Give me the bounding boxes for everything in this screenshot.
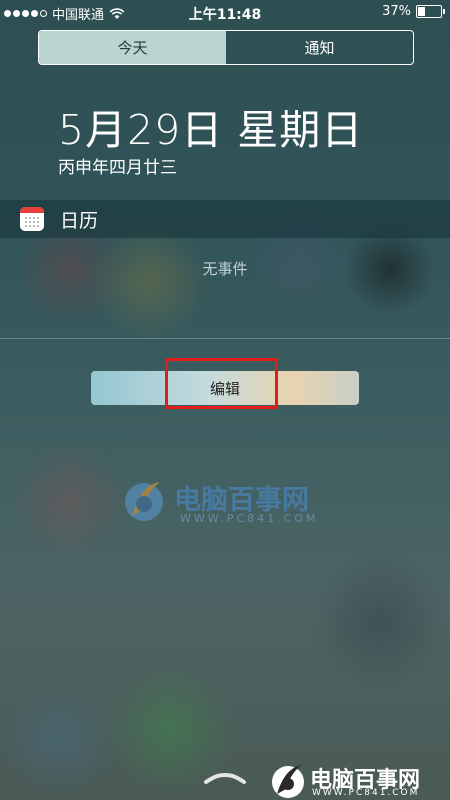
calendar-widget-header[interactable]: 日历: [0, 200, 450, 238]
edit-widgets-button[interactable]: 编辑: [91, 371, 359, 405]
battery-percent: 37%: [382, 4, 411, 19]
battery-icon: [416, 5, 445, 18]
lunar-date: 丙申年四月廿三: [58, 158, 177, 178]
date-heading: 5月29日 星期日: [58, 106, 364, 154]
calendar-widget-title: 日历: [60, 209, 99, 232]
tab-notifications[interactable]: 通知: [226, 31, 413, 64]
corner-watermark: 电脑百事网 WWW.PC841.COM: [268, 760, 450, 800]
today-notifications-segmented-control: 今天 通知: [38, 30, 414, 65]
battery-cap: [443, 9, 445, 14]
tab-today[interactable]: 今天: [39, 31, 226, 64]
status-bar: 中国联通 上午11:48 37%: [0, 0, 450, 24]
battery-fill: [418, 7, 425, 16]
watermark-url: WWW.PC841.COM: [180, 512, 319, 525]
watermark: 电脑百事网 WWW.PC841.COM: [120, 472, 350, 532]
calendar-icon-band: [20, 207, 44, 213]
watermark-logo-icon: [125, 482, 163, 521]
calendar-icon-grid: [24, 216, 40, 228]
status-right: 37%: [382, 4, 445, 19]
corner-watermark-url: WWW.PC841.COM: [312, 788, 420, 798]
grabber-handle-icon[interactable]: [203, 772, 247, 784]
calendar-icon: [20, 207, 44, 231]
corner-watermark-logo-icon: [272, 765, 304, 798]
calendar-widget-body: 无事件: [0, 238, 450, 339]
no-events-text: 无事件: [202, 260, 248, 278]
